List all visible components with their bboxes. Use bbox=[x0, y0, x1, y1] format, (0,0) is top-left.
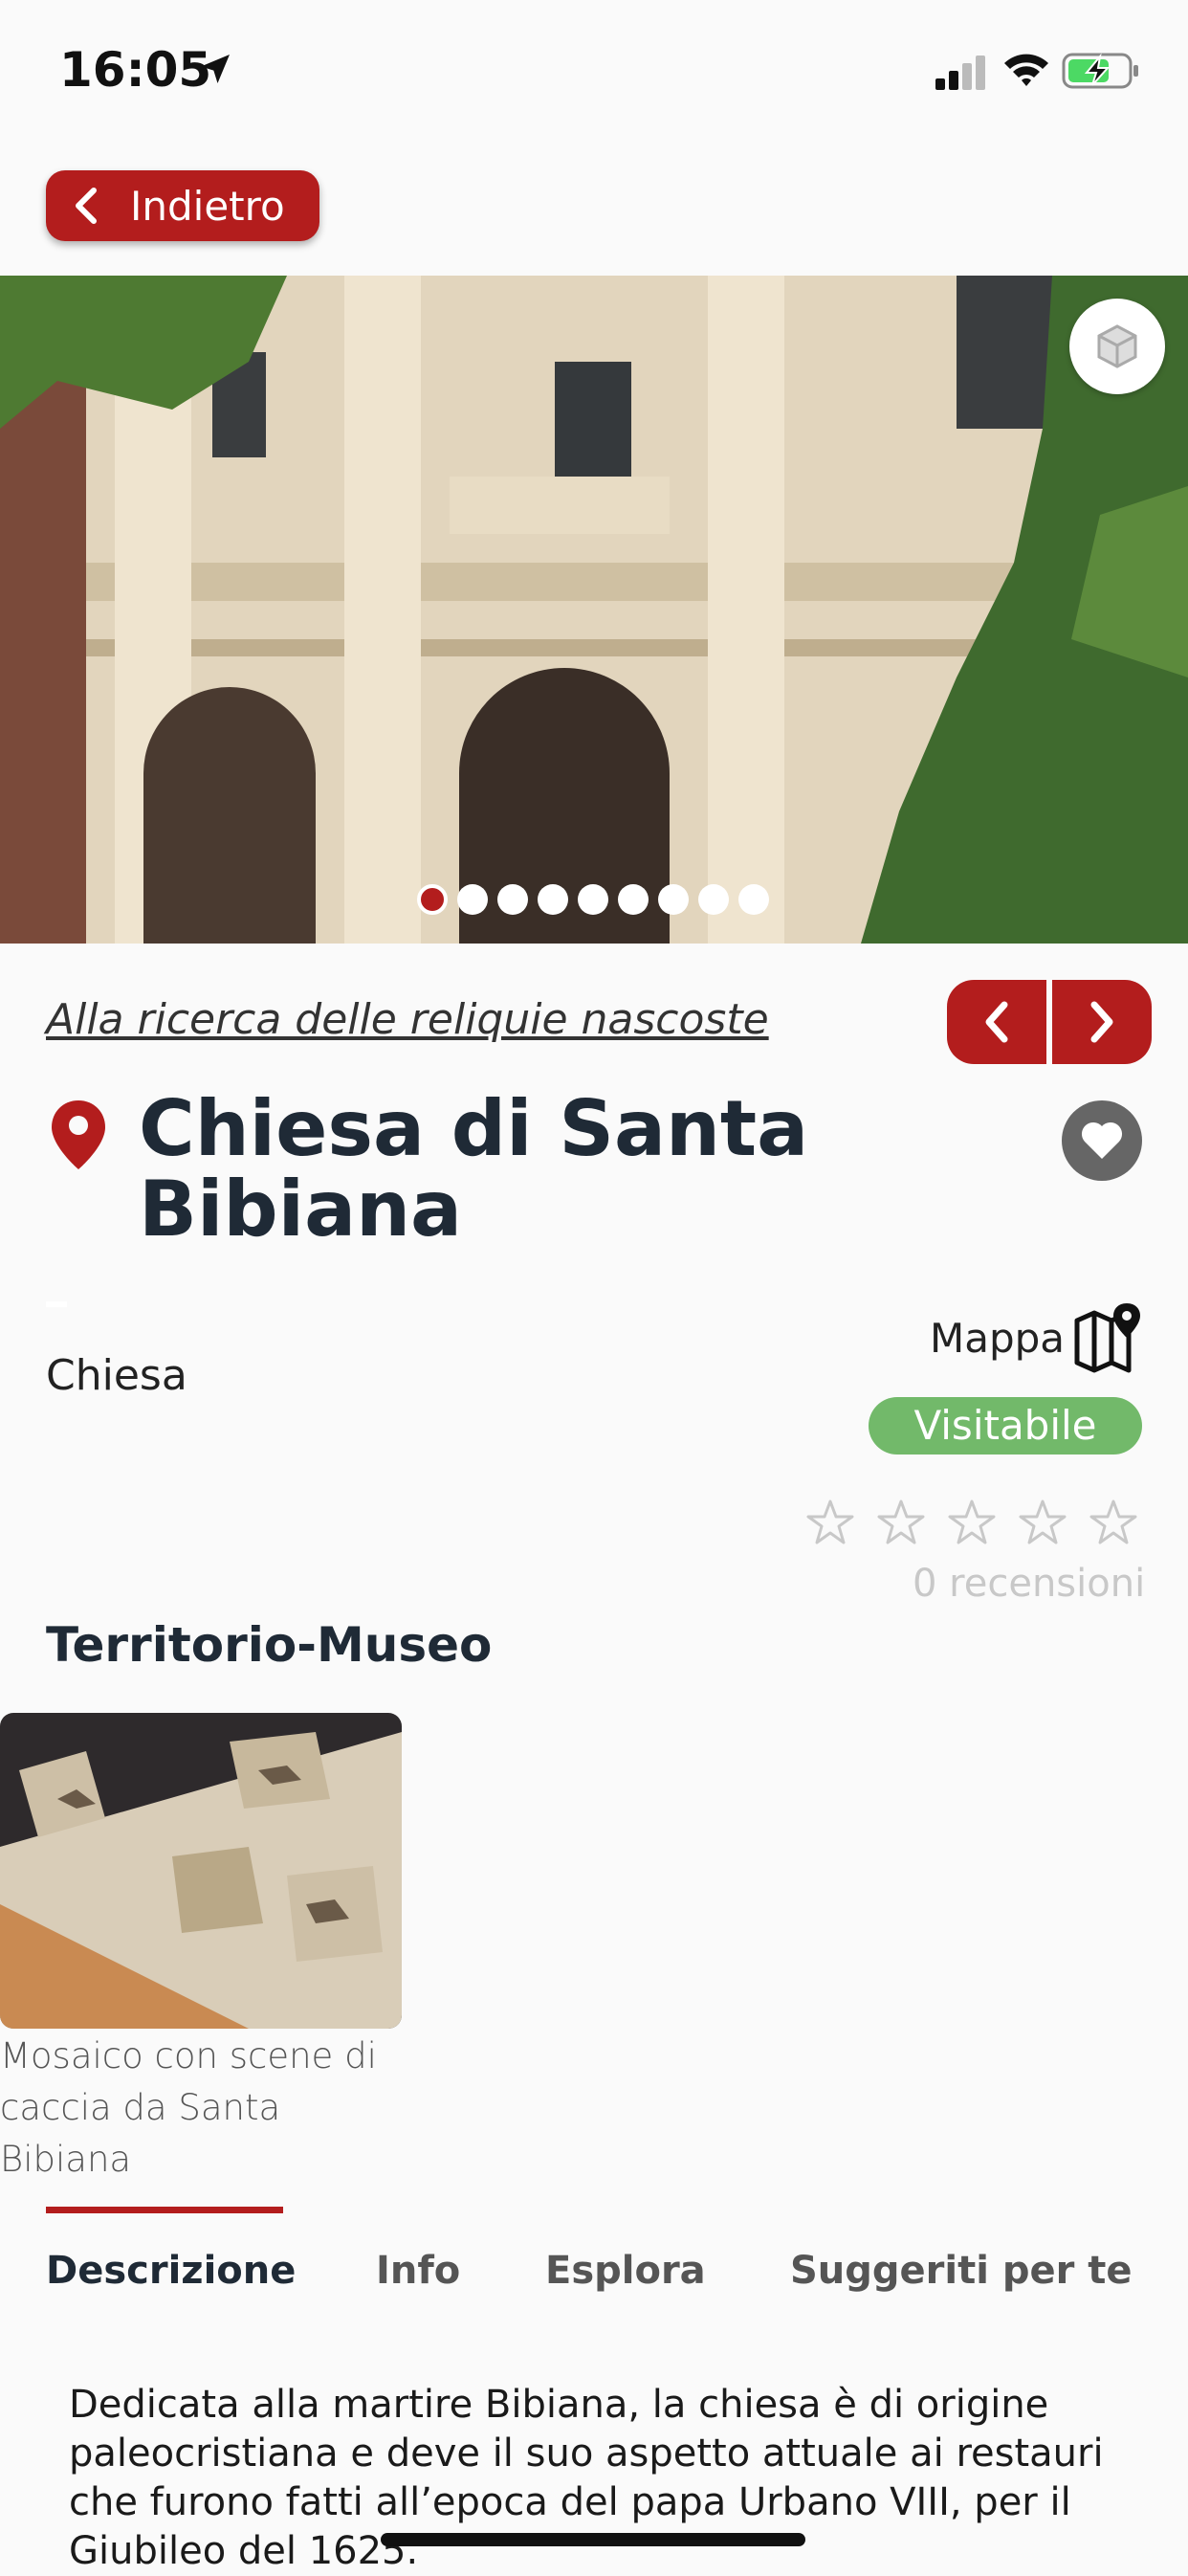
carousel-dot[interactable] bbox=[497, 884, 528, 915]
star-icon[interactable] bbox=[805, 1499, 855, 1546]
chevron-right-icon bbox=[1090, 1001, 1113, 1043]
back-button[interactable]: Indietro bbox=[46, 170, 319, 241]
wifi-icon bbox=[1002, 52, 1050, 95]
carousel-dot[interactable] bbox=[538, 884, 568, 915]
previous-poi-button[interactable] bbox=[947, 980, 1046, 1064]
museum-item-image[interactable] bbox=[0, 1713, 402, 2029]
itinerary-link[interactable]: Alla ricerca delle reliquie nascoste bbox=[46, 995, 769, 1044]
carousel-dot[interactable] bbox=[658, 884, 689, 915]
rating-stars[interactable] bbox=[805, 1499, 1138, 1546]
back-button-label: Indietro bbox=[130, 182, 285, 230]
reviews-count[interactable]: 0 recensioni bbox=[913, 1562, 1145, 1606]
tab-descrizione[interactable]: Descrizione bbox=[46, 2249, 296, 2293]
heart-icon bbox=[1081, 1121, 1123, 1159]
museum-item-caption[interactable]: Mosaico con scene di caccia da Santa Bib… bbox=[0, 2031, 411, 2186]
favorite-button[interactable] bbox=[1062, 1100, 1142, 1181]
hero-image-carousel[interactable] bbox=[0, 276, 1188, 944]
carousel-dot[interactable] bbox=[698, 884, 729, 915]
tab-info[interactable]: Info bbox=[376, 2249, 460, 2293]
battery-charging-icon bbox=[1062, 52, 1140, 95]
carousel-dot[interactable] bbox=[618, 884, 649, 915]
tab-suggeriti[interactable]: Suggeriti per te bbox=[790, 2249, 1133, 2293]
description-text: Dedicata alla martire Bibiana, la chiesa… bbox=[69, 2383, 1104, 2573]
status-time: 16:05 bbox=[59, 42, 212, 98]
divider-dash bbox=[46, 1301, 67, 1307]
carousel-dot[interactable] bbox=[457, 884, 488, 915]
carousel-dot-active[interactable] bbox=[417, 884, 448, 915]
carousel-dots[interactable] bbox=[417, 884, 769, 915]
chevron-left-icon bbox=[985, 1001, 1008, 1043]
star-icon[interactable] bbox=[1018, 1499, 1067, 1546]
star-icon[interactable] bbox=[876, 1499, 926, 1546]
category-label: Chiesa bbox=[46, 1351, 187, 1400]
location-arrow-icon bbox=[196, 50, 234, 93]
star-icon[interactable] bbox=[947, 1499, 997, 1546]
carousel-dot[interactable] bbox=[738, 884, 769, 915]
status-badge: Visitabile bbox=[869, 1397, 1142, 1455]
ar-view-button[interactable] bbox=[1069, 299, 1165, 394]
star-icon[interactable] bbox=[1089, 1499, 1138, 1546]
map-link-label[interactable]: Mappa bbox=[930, 1315, 1065, 1362]
ar-cube-icon bbox=[1097, 324, 1137, 368]
active-tab-indicator bbox=[46, 2207, 283, 2213]
map-icon[interactable] bbox=[1073, 1301, 1142, 1379]
carousel-dot[interactable] bbox=[578, 884, 608, 915]
page-title: Chiesa di Santa Bibiana bbox=[139, 1084, 809, 1254]
home-indicator[interactable] bbox=[381, 2533, 805, 2546]
map-pin-icon bbox=[50, 1099, 107, 1176]
section-title: Territorio-Museo bbox=[46, 1617, 493, 1673]
signal-icon bbox=[935, 56, 989, 95]
next-poi-button[interactable] bbox=[1052, 980, 1152, 1064]
tab-esplora[interactable]: Esplora bbox=[545, 2249, 706, 2293]
chevron-left-icon bbox=[76, 188, 97, 224]
